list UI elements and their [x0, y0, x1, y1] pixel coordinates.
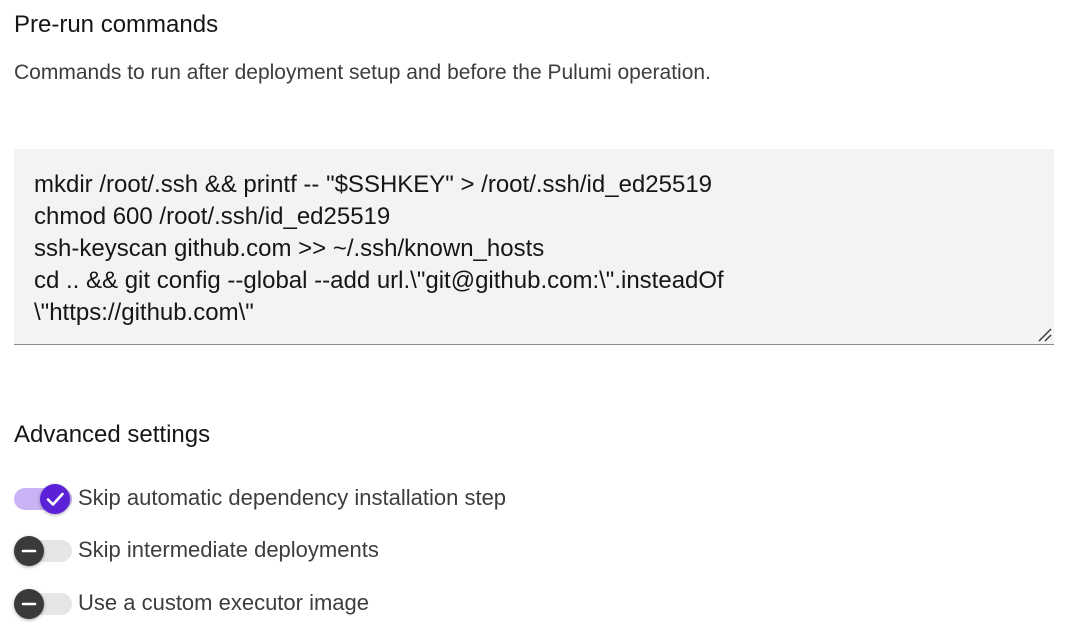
custom-executor-image-toggle[interactable] — [14, 589, 72, 619]
pre-run-commands-value[interactable]: mkdir /root/.ssh && printf -- "$SSHKEY" … — [34, 169, 1034, 329]
toggle-row-skip-dependency-install: Skip automatic dependency installation s… — [14, 481, 506, 515]
custom-executor-image-label[interactable]: Use a custom executor image — [78, 588, 369, 618]
skip-dependency-install-label[interactable]: Skip automatic dependency installation s… — [78, 483, 506, 513]
pre-run-commands-description: Commands to run after deployment setup a… — [14, 61, 711, 84]
pre-run-commands-textarea[interactable]: mkdir /root/.ssh && printf -- "$SSHKEY" … — [14, 149, 1054, 345]
skip-dependency-install-toggle[interactable] — [14, 484, 72, 514]
minus-icon — [21, 602, 37, 606]
toggle-knob — [14, 589, 44, 619]
minus-icon — [21, 549, 37, 553]
resize-handle-icon[interactable] — [1036, 326, 1052, 342]
skip-intermediate-deployments-toggle[interactable] — [14, 536, 72, 566]
toggle-knob — [40, 484, 70, 514]
toggle-knob — [14, 536, 44, 566]
toggle-row-custom-executor-image: Use a custom executor image — [14, 586, 369, 620]
pre-run-commands-title: Pre-run commands — [14, 11, 219, 38]
skip-intermediate-deployments-label[interactable]: Skip intermediate deployments — [78, 535, 379, 565]
checkmark-icon — [46, 492, 64, 506]
advanced-settings-title: Advanced settings — [14, 421, 211, 448]
toggle-row-skip-intermediate-deployments: Skip intermediate deployments — [14, 533, 379, 567]
